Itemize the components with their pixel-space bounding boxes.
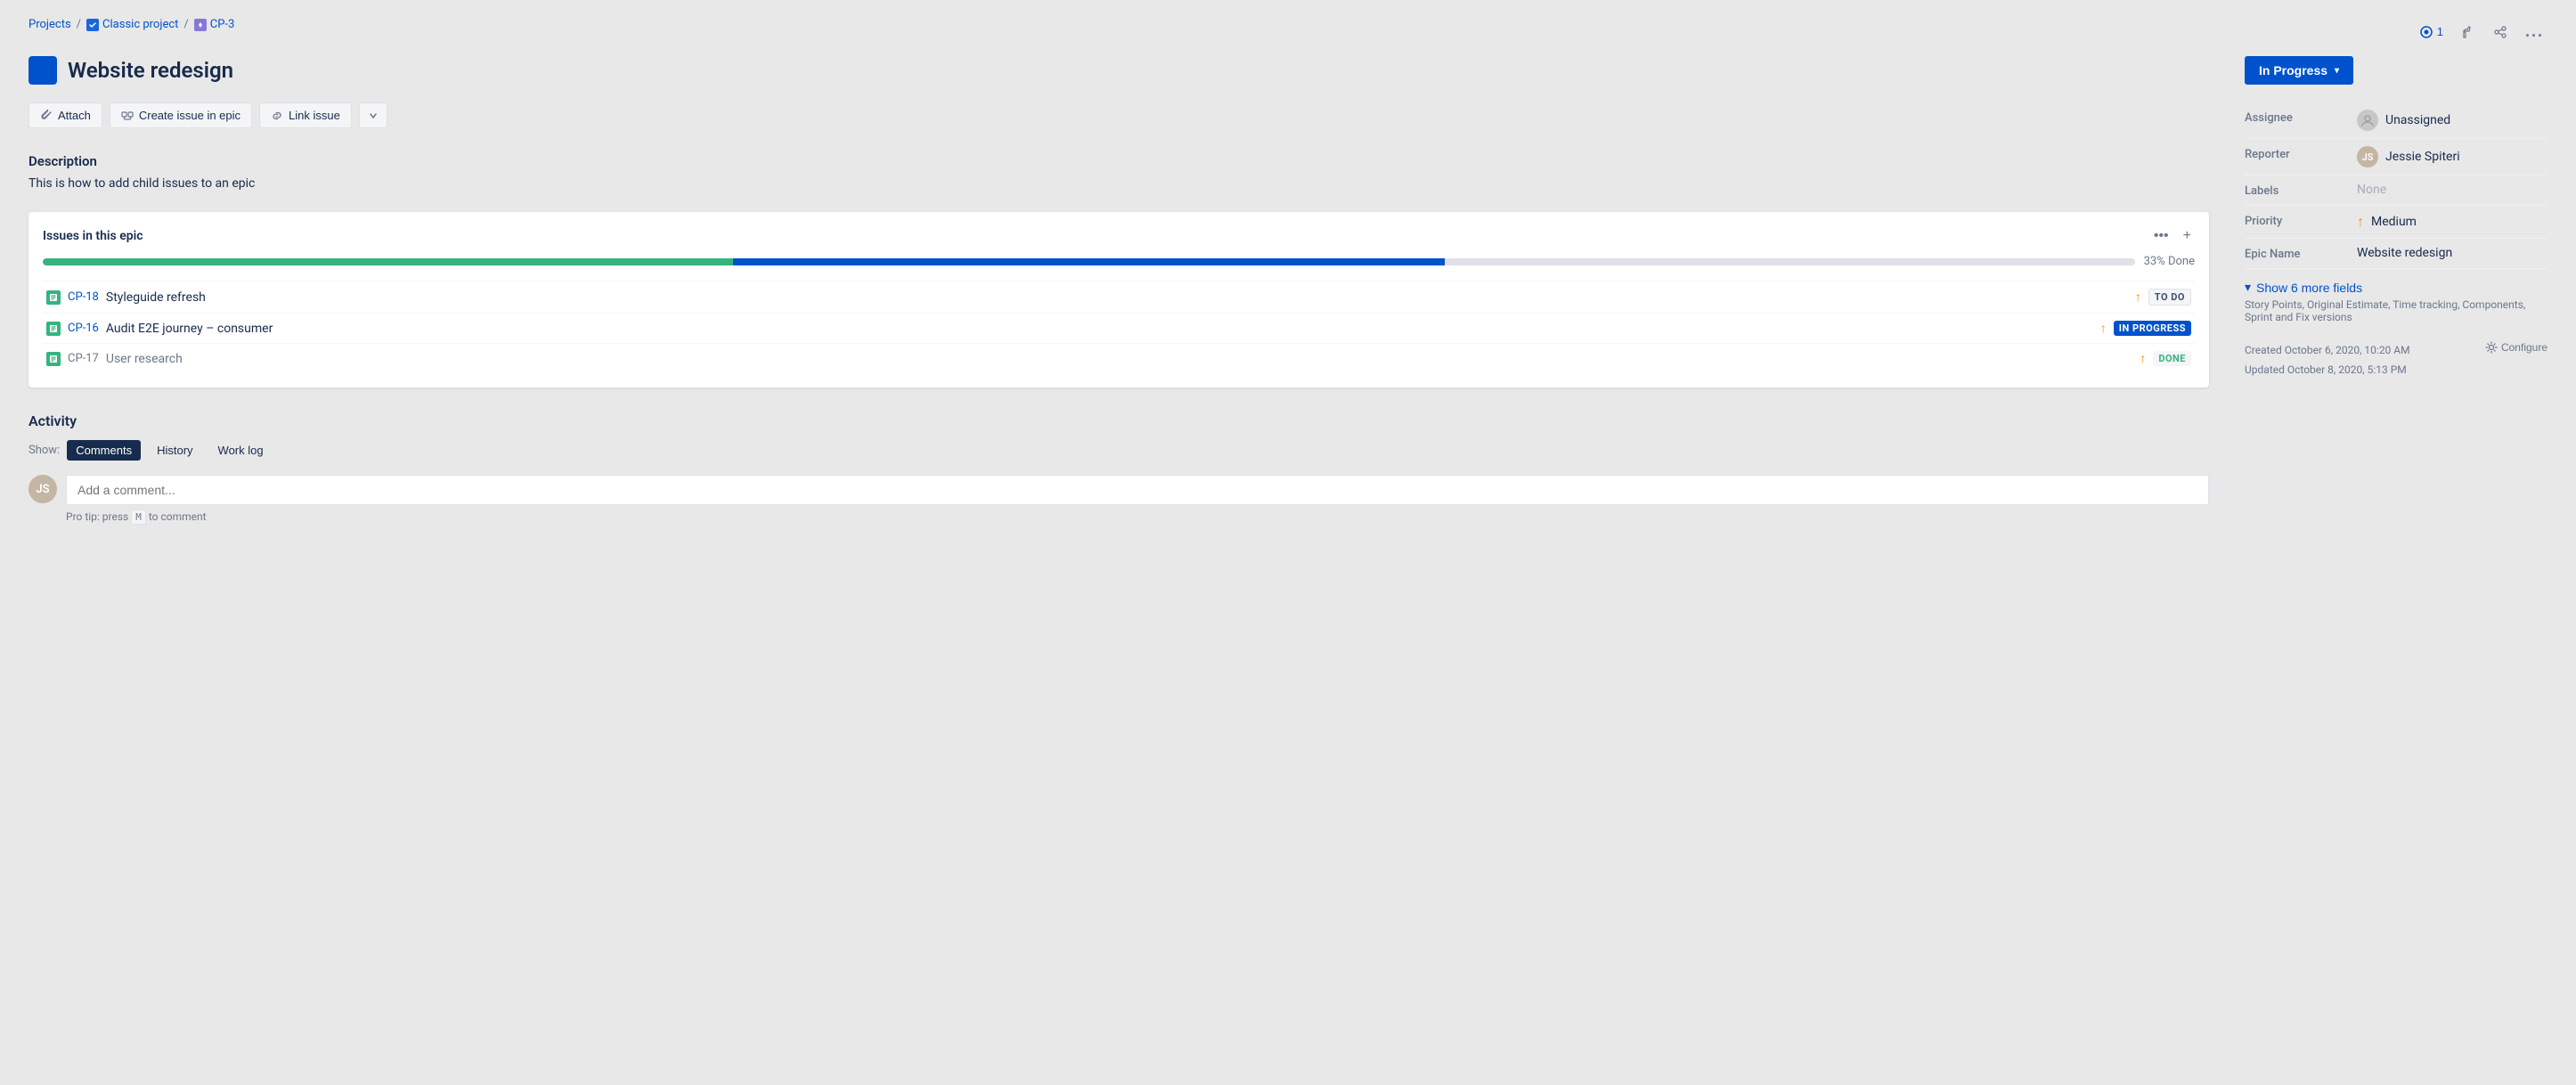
configure-button[interactable]: Configure	[2485, 341, 2547, 354]
cp-icon	[194, 19, 207, 31]
show-label: Show:	[29, 444, 60, 457]
assignee-label: Assignee	[2245, 110, 2343, 125]
status-chevron-icon: ▾	[2335, 66, 2339, 76]
timestamps: Created October 6, 2020, 10:20 AM Update…	[2245, 341, 2547, 379]
reporter-label: Reporter	[2245, 146, 2343, 161]
more-actions-dropdown[interactable]	[359, 102, 387, 128]
issue-type-story-icon	[46, 322, 61, 336]
assignee-value[interactable]: Unassigned	[2357, 110, 2547, 131]
epic-more-button[interactable]: •••	[2150, 226, 2172, 246]
assignee-row: Assignee Unassigned	[2245, 102, 2547, 139]
more-fields-hint: Story Points, Original Estimate, Time tr…	[2245, 298, 2547, 323]
tab-worklog[interactable]: Work log	[209, 440, 273, 461]
epic-add-button[interactable]: +	[2180, 226, 2195, 246]
watch-count: 1	[2437, 25, 2443, 38]
comment-input[interactable]	[66, 475, 2209, 505]
tab-history[interactable]: History	[148, 440, 201, 461]
attach-button[interactable]: Attach	[29, 102, 102, 128]
assignee-avatar	[2357, 110, 2378, 131]
issue-row: CP-17 User research ↑ DONE	[43, 343, 2195, 373]
epic-box-actions: ••• +	[2150, 226, 2195, 246]
breadcrumb-projects[interactable]: Projects	[29, 18, 71, 31]
watch-button[interactable]: 1	[2416, 21, 2447, 43]
comment-user-avatar: JS	[29, 475, 57, 503]
create-issue-epic-button[interactable]: Create issue in epic	[110, 102, 252, 128]
issue-title-cp18: Styleguide refresh	[106, 290, 2128, 305]
priority-row: Priority ↑ Medium	[2245, 206, 2547, 239]
link-icon	[271, 110, 283, 122]
progress-bar-track	[43, 258, 2135, 265]
activity-show-row: Show: Comments History Work log	[29, 440, 2209, 461]
link-issue-button[interactable]: Link issue	[259, 102, 352, 128]
page-title: Website redesign	[68, 58, 233, 83]
show-more-fields-button[interactable]: ▾ Show 6 more fields	[2245, 280, 2362, 295]
epic-name-row: Epic Name Website redesign	[2245, 239, 2547, 269]
breadcrumb: Projects / Classic project / CP-3	[29, 18, 234, 31]
pro-tip: Pro tip: press M to comment	[66, 510, 2209, 523]
priority-icon-cp16: ↑	[2100, 321, 2107, 336]
epic-issues-box: Issues in this epic ••• + 33% Done	[29, 212, 2209, 388]
like-button[interactable]	[2458, 21, 2479, 43]
comment-row: JS	[29, 475, 2209, 505]
priority-label: Priority	[2245, 213, 2343, 228]
tab-comments[interactable]: Comments	[67, 440, 141, 461]
gear-icon	[2485, 341, 2498, 354]
right-panel: In Progress ▾ Assignee Unassigned	[2245, 56, 2547, 379]
description-section: Description This is how to add child iss…	[29, 153, 2209, 191]
activity-title: Activity	[29, 412, 2209, 429]
updated-timestamp: Updated October 8, 2020, 5:13 PM	[2245, 361, 2410, 380]
progress-label: 33% Done	[2144, 255, 2195, 268]
attach-icon	[40, 110, 53, 122]
issue-title-cp17: User research	[106, 352, 2132, 366]
priority-up-icon: ↑	[2357, 213, 2364, 231]
issue-type-story-icon	[46, 290, 61, 305]
labels-label: Labels	[2245, 183, 2343, 198]
priority-icon-cp18: ↑	[2135, 290, 2141, 305]
description-text: This is how to add child issues to an ep…	[29, 176, 2209, 191]
epic-name-label: Epic Name	[2245, 246, 2343, 261]
description-heading: Description	[29, 153, 2209, 169]
reporter-avatar: JS	[2357, 146, 2378, 167]
status-badge-cp16[interactable]: IN PROGRESS	[2114, 321, 2191, 336]
status-button[interactable]: In Progress ▾	[2245, 56, 2353, 85]
issue-title-cp16: Audit E2E journey – consumer	[106, 322, 2093, 336]
reporter-value[interactable]: JS Jessie Spiteri	[2357, 146, 2547, 167]
issue-row: CP-16 Audit E2E journey – consumer ↑ IN …	[43, 313, 2195, 343]
chevron-right-icon: ▾	[2245, 280, 2251, 295]
activity-section: Activity Show: Comments History Work log…	[29, 412, 2209, 523]
epic-icon	[121, 110, 134, 122]
issue-type-story-icon	[46, 352, 61, 366]
labels-row: Labels None	[2245, 175, 2547, 206]
breadcrumb-project-icon: Classic project	[86, 18, 178, 31]
priority-icon-cp17: ↑	[2140, 351, 2146, 366]
status-badge-cp18[interactable]: TO DO	[2148, 289, 2191, 306]
priority-value[interactable]: ↑ Medium	[2357, 213, 2547, 231]
issue-row: CP-18 Styleguide refresh ↑ TO DO	[43, 281, 2195, 313]
epic-name-value[interactable]: Website redesign	[2357, 246, 2547, 260]
status-badge-cp17[interactable]: DONE	[2153, 351, 2191, 366]
issue-id-cp16[interactable]: CP-16	[68, 322, 99, 335]
progress-bar-green	[43, 258, 733, 265]
epic-box-title: Issues in this epic	[43, 229, 143, 243]
created-timestamp: Created October 6, 2020, 10:20 AM	[2245, 341, 2410, 361]
labels-value[interactable]: None	[2357, 183, 2547, 197]
action-bar: Attach Create issue in epic	[29, 102, 2209, 128]
meta-table: Assignee Unassigned Reporter	[2245, 102, 2547, 269]
header-actions: 1 ...	[2416, 19, 2547, 45]
progress-bar-container: 33% Done	[43, 255, 2195, 268]
share-button[interactable]	[2490, 21, 2511, 43]
chevron-down-icon	[369, 111, 378, 120]
reporter-row: Reporter JS Jessie Spiteri	[2245, 139, 2547, 175]
issue-id-cp17[interactable]: CP-17	[68, 352, 99, 365]
more-button[interactable]: ...	[2522, 19, 2547, 45]
issue-id-cp18[interactable]: CP-18	[68, 290, 99, 304]
issue-type-icon	[29, 56, 57, 85]
breadcrumb-issue: CP-3	[194, 18, 235, 31]
progress-bar-blue	[733, 258, 1445, 265]
